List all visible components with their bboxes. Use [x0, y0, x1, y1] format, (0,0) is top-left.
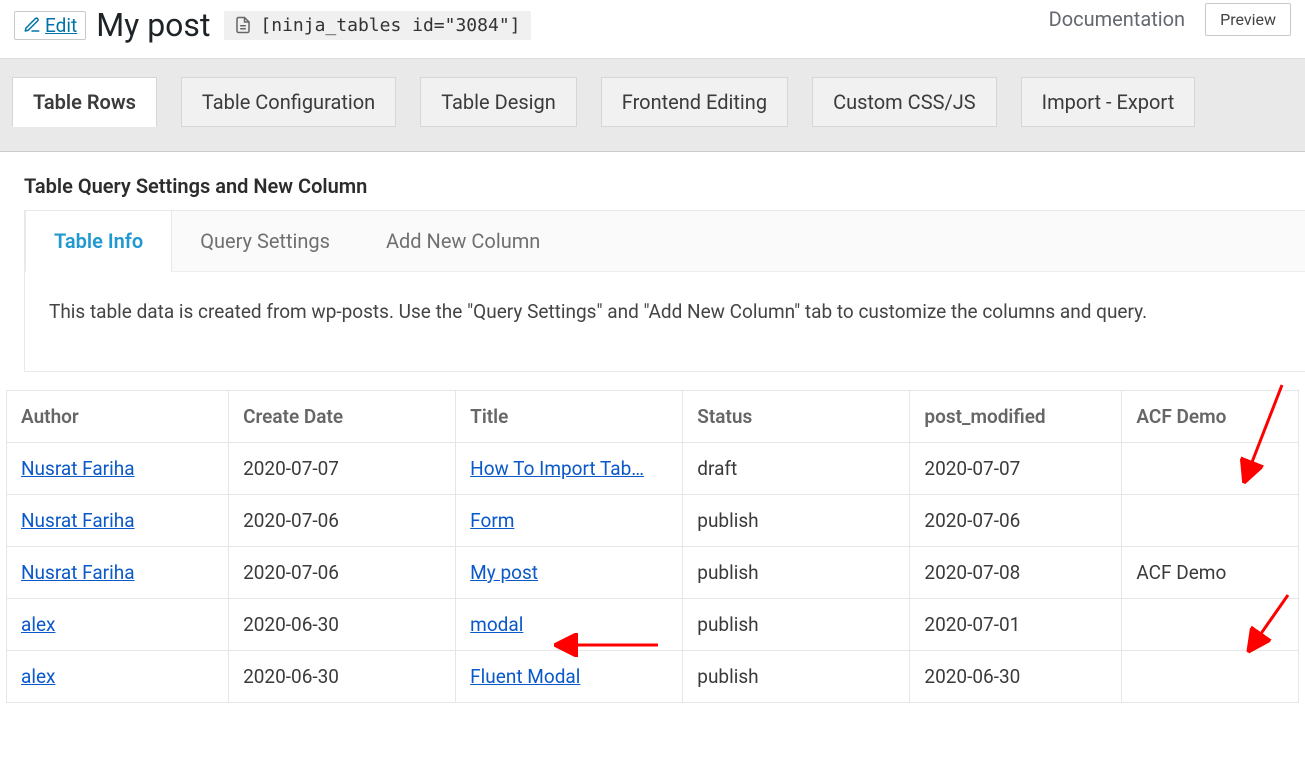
main-tab-table-design[interactable]: Table Design [420, 77, 577, 127]
table-row: Nusrat Fariha2020-07-06Formpublish2020-0… [7, 495, 1299, 547]
author-link[interactable]: Nusrat Fariha [21, 457, 135, 480]
cell-acf_demo [1122, 443, 1299, 495]
cell-post_modified: 2020-07-01 [910, 599, 1122, 651]
edit-icon [23, 16, 41, 34]
cell-author: Nusrat Fariha [7, 443, 229, 495]
author-link[interactable]: Nusrat Fariha [21, 561, 135, 584]
cell-title: modal [456, 599, 683, 651]
title-link[interactable]: modal [470, 613, 523, 636]
title-link[interactable]: Fluent Modal [470, 665, 580, 688]
cell-author: alex [7, 651, 229, 703]
cell-status: publish [683, 599, 910, 651]
cell-title: My post [456, 547, 683, 599]
cell-title: Form [456, 495, 683, 547]
sub-tab-query-settings[interactable]: Query Settings [172, 211, 358, 271]
cell-status: publish [683, 547, 910, 599]
cell-post_modified: 2020-06-30 [910, 651, 1122, 703]
sub-tab-add-new-column[interactable]: Add New Column [358, 211, 568, 271]
main-tab-frontend-editing[interactable]: Frontend Editing [601, 77, 788, 127]
cell-create_date: 2020-06-30 [229, 599, 456, 651]
cell-acf_demo [1122, 651, 1299, 703]
title-link[interactable]: My post [470, 561, 538, 584]
page-title: My post [86, 6, 224, 44]
author-link[interactable]: alex [21, 613, 55, 636]
posts-table: AuthorCreate DateTitleStatuspost_modifie… [6, 390, 1299, 703]
cell-create_date: 2020-06-30 [229, 651, 456, 703]
cell-post_modified: 2020-07-07 [910, 443, 1122, 495]
cell-title: How To Import Tab… [456, 443, 683, 495]
cell-create_date: 2020-07-06 [229, 547, 456, 599]
cell-acf_demo: ACF Demo [1122, 547, 1299, 599]
section-title: Table Query Settings and New Column [0, 152, 1305, 210]
edit-button[interactable]: Edit [14, 11, 86, 40]
main-tab-import-export[interactable]: Import - Export [1021, 77, 1196, 127]
main-tab-custom-css-js[interactable]: Custom CSS/JS [812, 77, 997, 127]
cell-author: Nusrat Fariha [7, 547, 229, 599]
cell-author: Nusrat Fariha [7, 495, 229, 547]
table-row: Nusrat Fariha 2020-07-07 How To Import Tab… [7, 443, 1299, 495]
cell-acf_demo [1122, 599, 1299, 651]
title-link[interactable]: Form [470, 509, 514, 532]
table-row: alex 2020-06-30 modal publish2020-07-01 [7, 599, 1299, 651]
cell-status: draft [683, 443, 910, 495]
document-icon [234, 16, 252, 34]
column-header-create-date[interactable]: Create Date [229, 391, 456, 443]
shortcode-text: [ninja_tables id="3084"] [260, 15, 520, 36]
title-link[interactable]: How To Import Tab… [470, 457, 644, 480]
author-link[interactable]: Nusrat Fariha [21, 509, 135, 532]
cell-title: Fluent Modal [456, 651, 683, 703]
main-tab-table-rows[interactable]: Table Rows [12, 77, 157, 127]
table-row: Nusrat Fariha 2020-07-06 My post publish202… [7, 547, 1299, 599]
documentation-link[interactable]: Documentation [1049, 7, 1186, 31]
cell-status: publish [683, 495, 910, 547]
cell-author: alex [7, 599, 229, 651]
cell-acf_demo [1122, 495, 1299, 547]
cell-post_modified: 2020-07-06 [910, 495, 1122, 547]
column-header-author[interactable]: Author [7, 391, 229, 443]
panel-info-text: This table data is created from wp-posts… [25, 272, 1305, 371]
author-link[interactable]: alex [21, 665, 55, 688]
shortcode-box[interactable]: [ninja_tables id="3084"] [224, 11, 530, 40]
sub-tab-table-info[interactable]: Table Info [25, 211, 172, 272]
cell-status: publish [683, 651, 910, 703]
column-header-post-modified[interactable]: post_modified [910, 391, 1122, 443]
table-row: alex2020-06-30Fluent Modalpublish2020-06… [7, 651, 1299, 703]
cell-create_date: 2020-07-07 [229, 443, 456, 495]
column-header-status[interactable]: Status [683, 391, 910, 443]
cell-post_modified: 2020-07-08 [910, 547, 1122, 599]
main-tab-table-configuration[interactable]: Table Configuration [181, 77, 396, 127]
edit-button-label: Edit [45, 14, 77, 37]
column-header-acf-demo[interactable]: ACF Demo [1122, 391, 1299, 443]
column-header-title[interactable]: Title [456, 391, 683, 443]
preview-button[interactable]: Preview [1205, 3, 1291, 36]
cell-create_date: 2020-07-06 [229, 495, 456, 547]
